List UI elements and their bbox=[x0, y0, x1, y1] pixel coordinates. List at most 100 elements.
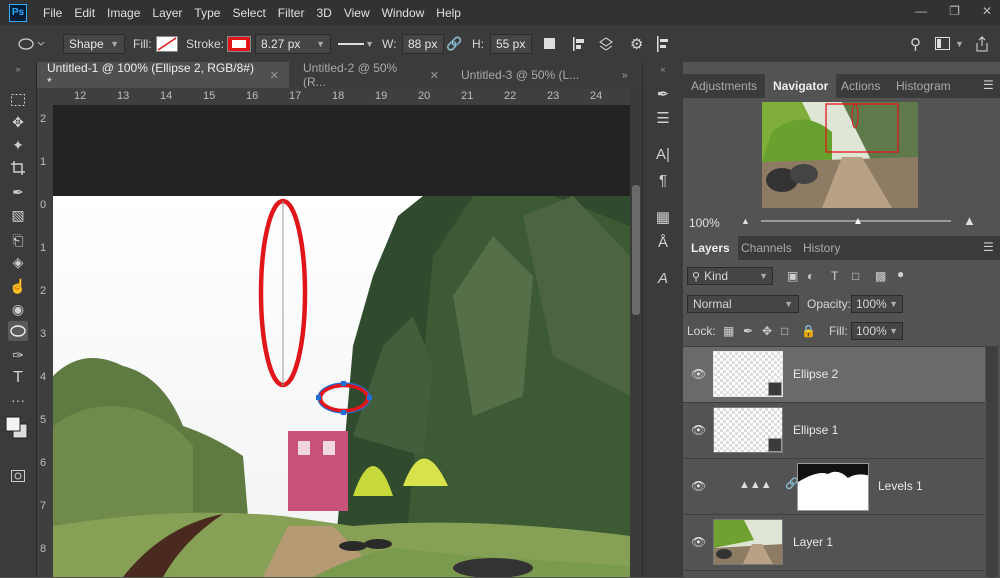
stroke-swatch[interactable] bbox=[227, 34, 251, 54]
menu-3d[interactable]: 3D bbox=[310, 6, 337, 20]
layer-name[interactable]: Ellipse 1 bbox=[793, 423, 838, 437]
move-tool-icon[interactable]: ✥ bbox=[8, 112, 28, 132]
paragraph-panel-icon[interactable]: ¶ bbox=[653, 170, 673, 190]
tab-adjustments[interactable]: Adjustments bbox=[683, 74, 765, 98]
blend-mode-select[interactable]: Normal ▼ bbox=[687, 295, 799, 313]
brushes-icon[interactable]: ☰ bbox=[653, 108, 673, 128]
stroke-width-field[interactable]: 8.27 px ▼ bbox=[255, 34, 331, 54]
menu-layer[interactable]: Layer bbox=[146, 6, 188, 20]
menu-image[interactable]: Image bbox=[101, 6, 146, 20]
path-alignment-icon[interactable] bbox=[572, 34, 586, 54]
collapse-panels-icon[interactable]: « bbox=[653, 64, 673, 74]
menu-type[interactable]: Type bbox=[188, 6, 226, 20]
zoom-in-icon[interactable]: ▲ bbox=[963, 213, 976, 228]
healing-tool-icon[interactable]: ▧ bbox=[8, 205, 28, 225]
visibility-eye-icon[interactable]: 👁 bbox=[691, 367, 706, 381]
visibility-eye-icon[interactable]: 👁 bbox=[691, 423, 706, 437]
workspace-icon[interactable]: ▼ bbox=[935, 34, 964, 54]
tab-untitled-2[interactable]: Untitled-2 @ 50% (R... ✕ bbox=[293, 61, 449, 89]
zoom-out-icon[interactable]: ▲ bbox=[741, 216, 750, 226]
zoom-slider-handle[interactable]: ▲ bbox=[853, 216, 863, 227]
lock-pixels-icon[interactable]: ✒ bbox=[743, 324, 753, 338]
color-swatches-icon[interactable] bbox=[5, 414, 29, 440]
menu-help[interactable]: Help bbox=[430, 6, 467, 20]
brush-settings-icon[interactable]: ✒ bbox=[653, 84, 673, 104]
tab-history[interactable]: History bbox=[795, 236, 848, 260]
crop-tool-icon[interactable] bbox=[8, 158, 28, 178]
scrollbar-thumb[interactable] bbox=[632, 185, 640, 315]
more-tools-icon[interactable]: ··· bbox=[8, 390, 28, 410]
clone-source-icon[interactable]: ▦ bbox=[653, 207, 673, 227]
layer-name[interactable]: Ellipse 2 bbox=[793, 367, 838, 381]
menu-edit[interactable]: Edit bbox=[68, 6, 101, 20]
lock-position-icon[interactable]: ✥ bbox=[762, 324, 772, 338]
path-arrangement-icon[interactable] bbox=[598, 34, 614, 54]
magic-wand-tool-icon[interactable]: ✦ bbox=[8, 135, 28, 155]
tab-layers[interactable]: Layers bbox=[683, 236, 738, 260]
close-icon[interactable]: ✕ bbox=[270, 69, 279, 82]
tab-actions[interactable]: Actions bbox=[833, 74, 888, 98]
layer-row-levels-1[interactable]: 👁 ▲▲▲ 🔗 Levels 1 bbox=[683, 459, 985, 515]
lock-transparent-icon[interactable]: ▦ bbox=[723, 324, 734, 338]
menu-view[interactable]: View bbox=[338, 6, 376, 20]
smart-object-filter-icon[interactable]: ▩ bbox=[875, 269, 886, 283]
align-edges-icon[interactable] bbox=[656, 34, 670, 54]
filter-toggle-icon[interactable]: ● bbox=[897, 267, 904, 281]
lock-all-icon[interactable]: 🔒 bbox=[801, 324, 816, 338]
navigator-preview[interactable] bbox=[762, 102, 918, 208]
close-icon[interactable]: ✕ bbox=[430, 69, 439, 82]
more-tabs-icon[interactable]: » bbox=[622, 62, 642, 88]
gear-icon[interactable]: ⚙ bbox=[630, 34, 643, 54]
panel-menu-icon[interactable]: ☰ bbox=[983, 78, 994, 92]
ellipse-tool-icon[interactable] bbox=[8, 321, 28, 341]
layer-name[interactable]: Levels 1 bbox=[878, 479, 923, 493]
menu-window[interactable]: Window bbox=[376, 6, 431, 20]
fill-swatch[interactable] bbox=[156, 34, 178, 54]
menu-filter[interactable]: Filter bbox=[272, 6, 311, 20]
search-icon[interactable]: ⚲ bbox=[910, 34, 921, 54]
eraser-tool-icon[interactable]: ⎗ bbox=[8, 230, 28, 250]
eyedropper-tool-icon[interactable]: ✑ bbox=[8, 345, 28, 365]
layer-name[interactable]: Layer 1 bbox=[793, 535, 833, 549]
ellipse-tool-preset-icon[interactable] bbox=[16, 34, 46, 54]
brush-tool-icon[interactable]: ✒ bbox=[8, 182, 28, 202]
opacity-field[interactable]: 100% ▼ bbox=[851, 295, 903, 313]
dodge-tool-icon[interactable]: ◉ bbox=[8, 299, 28, 319]
fill-opacity-field[interactable]: 100% ▼ bbox=[851, 322, 903, 340]
layer-filter-select[interactable]: ⚲ Kind ▼ bbox=[687, 267, 773, 285]
paint-bucket-tool-icon[interactable]: ◈ bbox=[8, 252, 28, 272]
quick-mask-icon[interactable] bbox=[8, 466, 28, 486]
path-operations-icon[interactable] bbox=[543, 34, 557, 54]
tab-histogram[interactable]: Histogram bbox=[888, 74, 959, 98]
character-panel-icon[interactable]: A| bbox=[653, 144, 673, 164]
menu-select[interactable]: Select bbox=[226, 6, 271, 20]
document-canvas[interactable] bbox=[53, 105, 630, 577]
panel-menu-icon[interactable]: ☰ bbox=[983, 240, 994, 254]
stroke-type-select[interactable]: ▼ bbox=[332, 34, 380, 54]
character-styles-icon[interactable]: Å bbox=[653, 232, 673, 252]
visibility-eye-icon[interactable]: 👁 bbox=[691, 535, 706, 549]
glyphs-icon[interactable]: A bbox=[653, 268, 673, 288]
navigator-zoom-value[interactable]: 100% bbox=[689, 216, 720, 230]
type-filter-icon[interactable]: T bbox=[831, 269, 838, 283]
tab-untitled-3[interactable]: Untitled-3 @ 50% (L... bbox=[451, 62, 606, 88]
link-icon[interactable]: 🔗 bbox=[446, 34, 462, 54]
pixel-filter-icon[interactable]: ▣ bbox=[787, 269, 798, 283]
marquee-tool-icon[interactable] bbox=[8, 90, 28, 110]
collapse-toolbar-icon[interactable]: » bbox=[8, 64, 28, 74]
height-field[interactable]: 55 px bbox=[490, 34, 532, 54]
layer-mask-thumbnail[interactable] bbox=[797, 463, 869, 511]
shape-filter-icon[interactable]: □ bbox=[852, 269, 859, 283]
restore-icon[interactable]: ❐ bbox=[949, 4, 960, 18]
menu-file[interactable]: File bbox=[37, 6, 68, 20]
tab-channels[interactable]: Channels bbox=[733, 236, 800, 260]
layers-scrollbar[interactable] bbox=[986, 346, 998, 577]
tab-untitled-1[interactable]: Untitled-1 @ 100% (Ellipse 2, RGB/8#) * ✕ bbox=[37, 61, 289, 89]
layer-row-ellipse-2[interactable]: 👁 Ellipse 2 bbox=[683, 347, 985, 403]
smudge-tool-icon[interactable]: ☝ bbox=[8, 276, 28, 296]
width-field[interactable]: 88 px bbox=[402, 34, 444, 54]
canvas-vertical-scrollbar[interactable] bbox=[630, 88, 642, 577]
layer-row-ellipse-1[interactable]: 👁 Ellipse 1 bbox=[683, 403, 985, 459]
tab-navigator[interactable]: Navigator bbox=[765, 74, 837, 98]
share-icon[interactable] bbox=[975, 34, 989, 54]
